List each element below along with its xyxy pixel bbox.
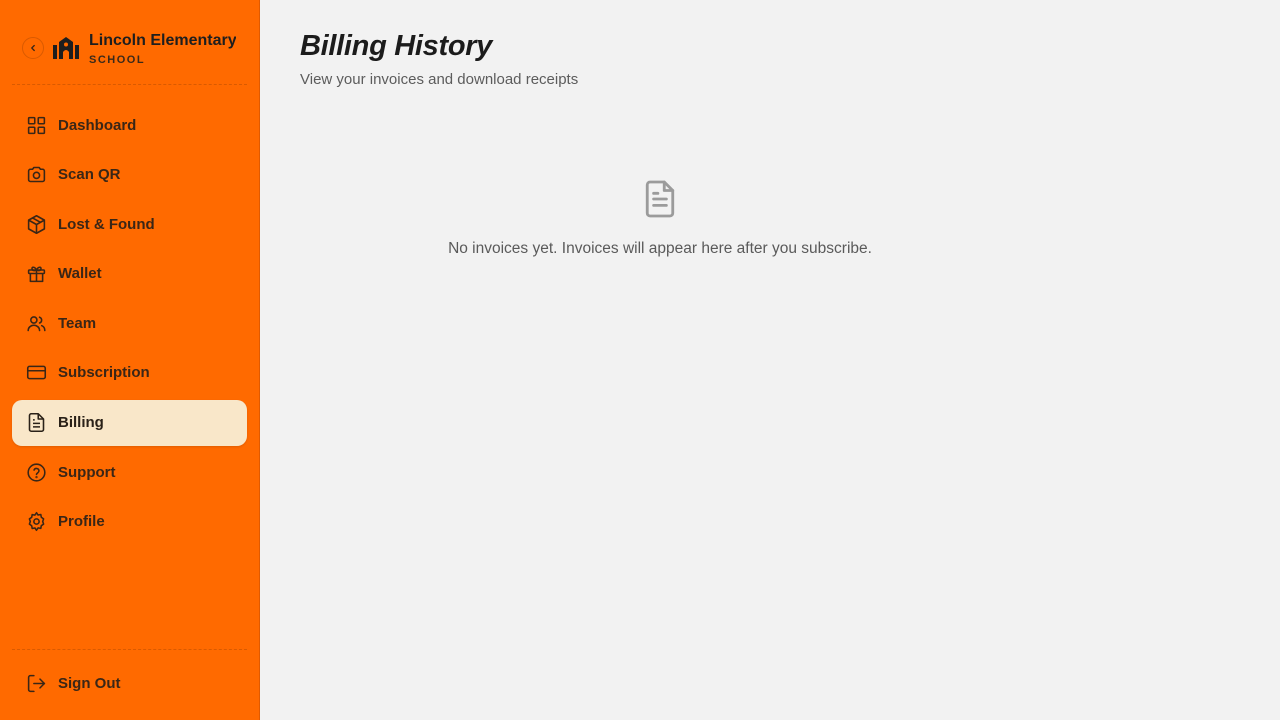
organization-name: Lincoln Elementary — [89, 31, 236, 49]
sidebar-item-label: Dashboard — [58, 116, 137, 134]
empty-state: No invoices yet. Invoices will appear he… — [300, 178, 1020, 258]
sidebar-divider-top — [12, 84, 247, 85]
sign-out-button[interactable]: Sign Out — [12, 660, 247, 706]
sidebar-item-subscription[interactable]: Subscription — [12, 350, 247, 396]
grid-icon — [24, 113, 48, 137]
sidebar-item-label: Billing — [58, 414, 104, 432]
organization-type: SCHOOL — [89, 53, 146, 66]
file-text-icon — [24, 411, 48, 435]
log-out-icon — [24, 671, 48, 695]
chevron-left-icon — [31, 44, 35, 52]
sidebar-item-label: Subscription — [58, 364, 150, 382]
sidebar-item-wallet[interactable]: Wallet — [12, 251, 247, 297]
page-subtitle: View your invoices and download receipts — [300, 71, 579, 88]
gift-icon — [24, 262, 48, 286]
main-content: Billing History View your invoices and d… — [300, 30, 1240, 88]
sign-out-label: Sign Out — [58, 674, 121, 692]
sidebar-item-label: Team — [58, 314, 97, 332]
page-title: Billing History — [300, 30, 493, 62]
users-icon — [24, 311, 48, 335]
sidebar-nav: Dashboard Scan QR Lost & Found Wallet Te… — [12, 102, 247, 548]
sidebar-item-label: Scan QR — [58, 166, 121, 184]
gear-icon — [24, 510, 48, 534]
sidebar: Lincoln Elementary SCHOOL Dashboard Scan… — [0, 0, 260, 720]
sidebar-item-label: Wallet — [58, 265, 102, 283]
brand: Lincoln Elementary SCHOOL — [22, 26, 236, 70]
sidebar-divider-bottom — [12, 649, 247, 650]
credit-card-icon — [24, 361, 48, 385]
help-circle-icon — [24, 460, 48, 484]
camera-icon — [24, 163, 48, 187]
sidebar-item-scan-qr[interactable]: Scan QR — [12, 152, 247, 198]
sidebar-item-support[interactable]: Support — [12, 449, 247, 495]
sidebar-item-label: Support — [58, 463, 116, 481]
sidebar-item-team[interactable]: Team — [12, 300, 247, 346]
sidebar-item-billing[interactable]: Billing — [12, 399, 247, 446]
sidebar-item-dashboard[interactable]: Dashboard — [12, 102, 247, 148]
sidebar-item-label: Lost & Found — [58, 215, 155, 233]
school-building-icon — [52, 34, 80, 62]
document-icon — [640, 178, 680, 220]
sidebar-item-label: Profile — [58, 513, 105, 531]
empty-state-message: No invoices yet. Invoices will appear he… — [448, 240, 872, 257]
sidebar-item-lost-found[interactable]: Lost & Found — [12, 201, 247, 247]
collapse-sidebar-button[interactable] — [22, 37, 44, 59]
sidebar-item-profile[interactable]: Profile — [12, 499, 247, 545]
package-icon — [24, 212, 48, 236]
